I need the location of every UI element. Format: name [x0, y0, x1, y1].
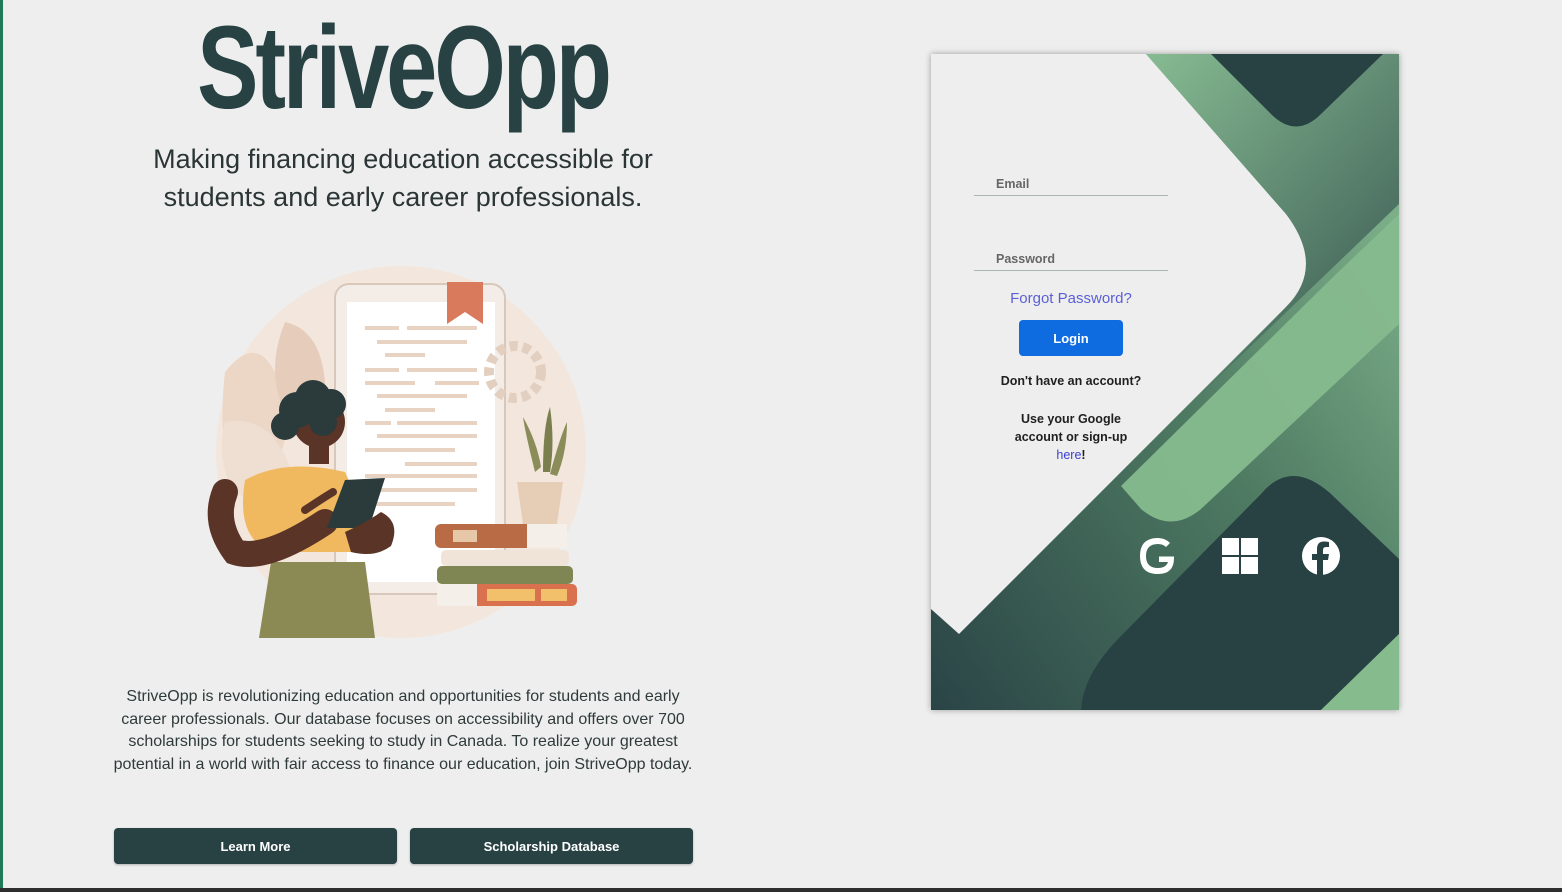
google-icon[interactable]	[1138, 536, 1178, 576]
student-reading-illustration	[207, 266, 586, 638]
windows-icon[interactable]	[1220, 536, 1260, 576]
learn-more-button[interactable]: Learn More	[114, 828, 397, 864]
scholarship-database-button[interactable]: Scholarship Database	[410, 828, 693, 864]
tagline-line-2: students and early career professionals.	[163, 182, 643, 212]
login-card: Forgot Password? Login Don't have an acc…	[931, 54, 1399, 710]
google-signup-hint: Use your Google account or sign-up here!	[1001, 410, 1141, 464]
bottom-edge-bar	[0, 888, 1562, 892]
hero-tagline: Making financing education accessible fo…	[103, 140, 703, 216]
email-input[interactable]	[974, 177, 1168, 191]
password-input[interactable]	[974, 252, 1168, 266]
login-button[interactable]: Login	[1019, 320, 1123, 356]
forgot-password-link[interactable]: Forgot Password?	[971, 290, 1171, 307]
email-field[interactable]	[974, 159, 1168, 196]
google-hint-text: Use your Google account or sign-up	[1014, 412, 1128, 444]
tagline-line-1: Making financing education accessible fo…	[153, 144, 653, 174]
brand-logo-text: StriveOpp	[197, 2, 612, 134]
signup-here-link[interactable]: here	[1056, 448, 1081, 462]
no-account-text: Don't have an account?	[1000, 374, 1142, 388]
password-field[interactable]	[974, 234, 1168, 271]
left-edge-accent	[0, 0, 3, 892]
facebook-icon[interactable]	[1301, 536, 1341, 576]
about-description: StriveOpp is revolutionizing education a…	[113, 688, 693, 773]
hint-exclaim: !	[1081, 448, 1086, 462]
